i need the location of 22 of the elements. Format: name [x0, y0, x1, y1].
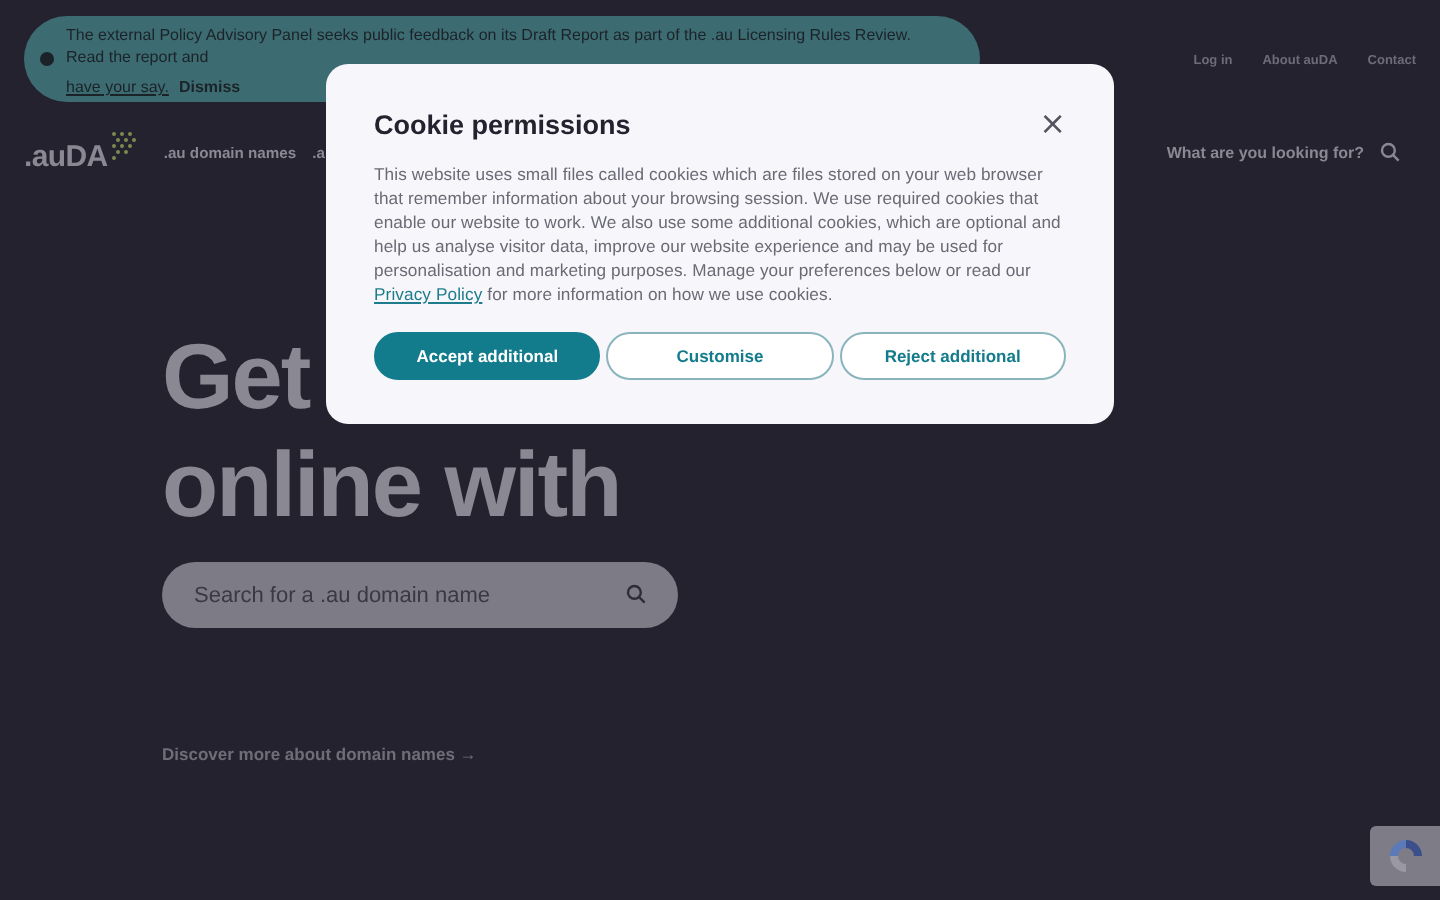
logo-text[interactable]: .auDA — [24, 140, 108, 174]
cookie-option-button[interactable]: Customise — [606, 332, 834, 380]
cookie-option-button[interactable]: Reject additional — [839, 332, 1066, 380]
hero-heading-line: Get — [162, 322, 310, 430]
recaptcha-badge[interactable] — [1370, 826, 1440, 886]
site-search-label[interactable]: What are you looking for? — [1166, 143, 1364, 161]
hero-heading-line: online with — [162, 430, 621, 538]
accept-button[interactable]: Accept additional — [374, 332, 601, 380]
cookie-description: This website uses small files called cookies which are files stored on your web browser that remember information about your browsing session. We use required cookies that enable our website to work. We also use some additional cookies, which are optional and help us analyse visitor data, improve our website experience and may be used for personalisation and marketing purposes. Manage your preferences below or read our Privacy Policy for more information on how we use cookies. — [374, 162, 1063, 306]
close-button[interactable]: × — [1039, 108, 1066, 140]
domain-search-field[interactable]: Search for a .au domain name — [162, 562, 678, 628]
recaptcha-icon — [1385, 836, 1425, 876]
bullet-icon — [40, 52, 54, 66]
announcement-text: The external Policy Advisory Panel seeks public feedback on its Draft Report as part of the .au Licensing Rules Review. Read the report and — [66, 24, 913, 68]
discover-link[interactable]: Discover more about domain names → — [162, 744, 477, 764]
search-icon[interactable] — [1380, 142, 1400, 162]
dismiss-button[interactable]: Dismiss — [178, 76, 241, 98]
dialog-title: Cookie permissions — [374, 109, 631, 139]
search-icon[interactable] — [626, 584, 646, 604]
logo-dots-icon — [107, 130, 136, 162]
privacy-policy-link[interactable]: Privacy Policy — [374, 284, 483, 304]
have-your-say-link[interactable]: have your say. — [66, 76, 169, 98]
